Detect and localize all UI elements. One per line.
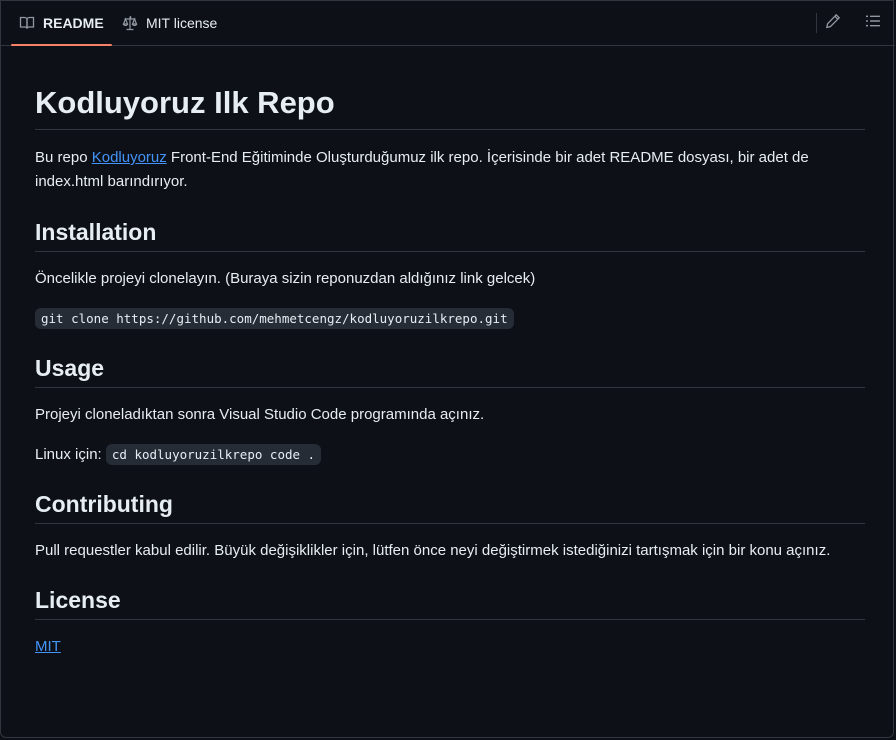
readme-title: Kodluyoruz Ilk Repo	[35, 83, 865, 130]
readme-panel: README MIT license Kodluyoruz Ilk Repo B…	[0, 0, 895, 738]
linux-label: Linux için:	[35, 446, 106, 463]
installation-heading: Installation	[35, 217, 865, 252]
readme-tabbar: README MIT license	[1, 1, 895, 46]
license-line: MIT	[35, 635, 865, 659]
installation-text: Öncelikle projeyi clonelayın. (Buraya si…	[35, 270, 536, 287]
usage-heading: Usage	[35, 353, 865, 388]
tab-license[interactable]: MIT license	[122, 1, 217, 45]
readme-content: Kodluyoruz Ilk Repo Bu repo Kodluyoruz F…	[35, 61, 865, 659]
git-clone-code: git clone https://github.com/mehmetcengz…	[35, 308, 514, 329]
pencil-icon	[825, 13, 841, 34]
usage-text: Projeyi cloneladıktan sonra Visual Studi…	[35, 406, 485, 423]
intro-prefix: Bu repo	[35, 149, 92, 166]
tab-readme-label: README	[43, 15, 104, 31]
installation-code-line: git clone https://github.com/mehmetcengz…	[35, 307, 865, 331]
tab-readme[interactable]: README	[11, 1, 112, 46]
law-scale-icon	[122, 15, 138, 31]
list-unordered-icon	[865, 13, 881, 34]
tab-license-label: MIT license	[146, 15, 218, 31]
intro-paragraph: Bu repo Kodluyoruz Front-End Eğitiminde …	[35, 146, 865, 194]
book-icon	[19, 15, 35, 31]
license-heading: License	[35, 585, 865, 620]
mit-license-link[interactable]: MIT	[35, 638, 61, 655]
edit-file-button[interactable]	[823, 13, 843, 33]
contributing-heading: Contributing	[35, 489, 865, 524]
kodluyoruz-link[interactable]: Kodluyoruz	[92, 149, 167, 166]
toolbar-divider	[816, 13, 817, 33]
linux-line: Linux için: cd kodluyoruzilkrepo code .	[35, 443, 865, 467]
contributing-text: Pull requestler kabul edilir. Büyük deği…	[35, 542, 831, 559]
outline-button[interactable]	[863, 13, 883, 33]
linux-code: cd kodluyoruzilkrepo code .	[105, 444, 322, 465]
